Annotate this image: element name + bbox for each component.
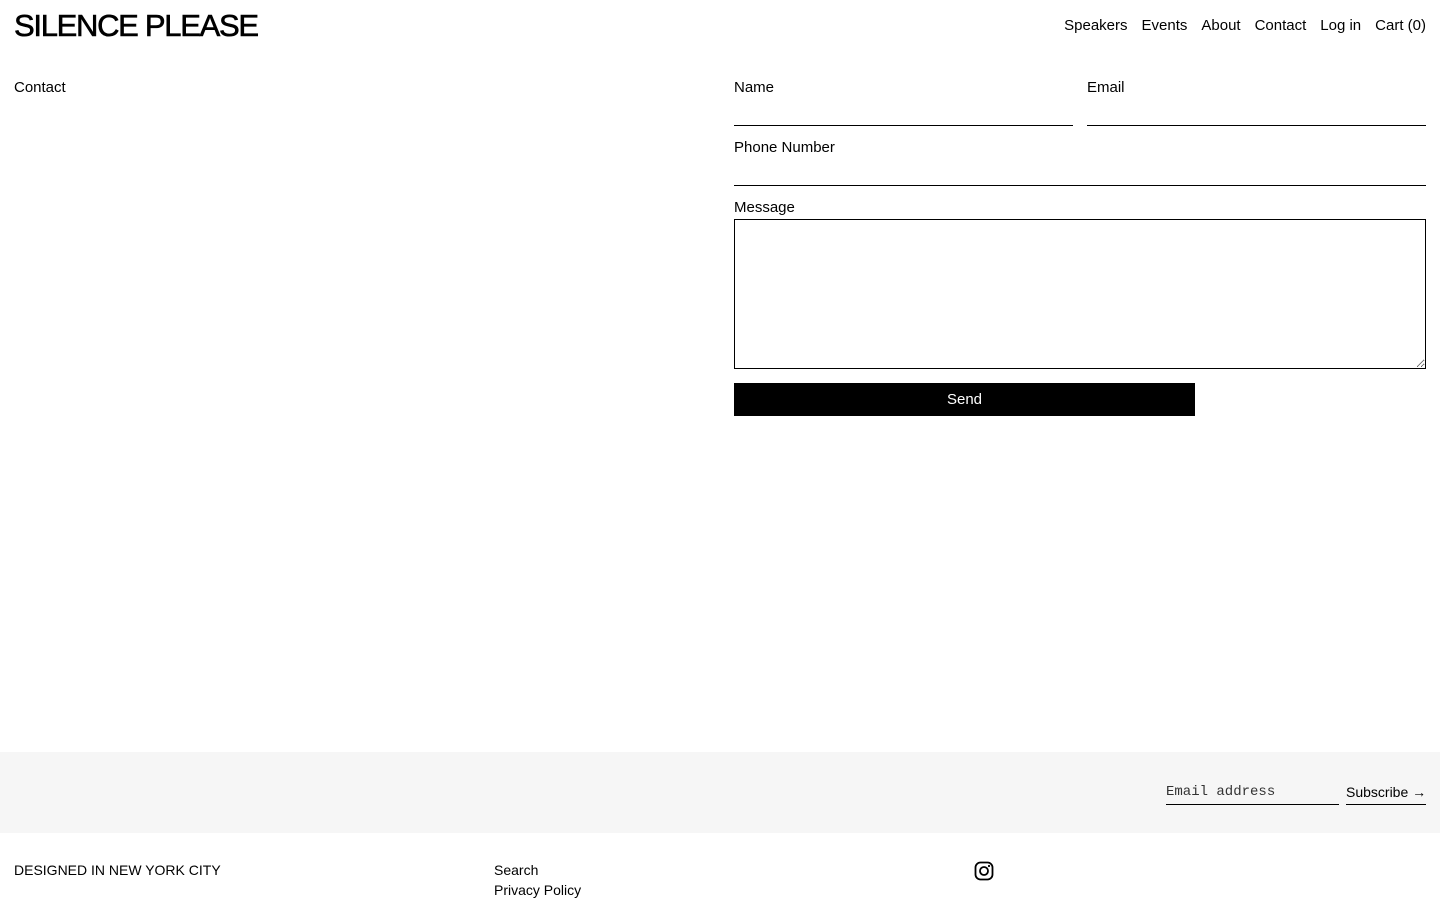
nav-contact[interactable]: Contact	[1255, 17, 1307, 35]
name-label: Name	[734, 79, 775, 96]
nav-log-in[interactable]: Log in	[1320, 17, 1361, 35]
message-field-group: Message	[734, 199, 1426, 369]
subscribe-button[interactable]: Subscribe →	[1346, 780, 1426, 805]
main-nav: Speakers Events About Contact Log in Car…	[1064, 17, 1426, 35]
contact-form: Name Email Phone Number Message Send	[734, 79, 1426, 416]
phone-input[interactable]	[734, 157, 1426, 186]
footer-link-privacy-policy[interactable]: Privacy Policy	[494, 880, 581, 900]
nav-about[interactable]: About	[1201, 17, 1240, 35]
page-title: Contact	[14, 79, 66, 96]
email-field-group: Email	[1087, 79, 1426, 126]
footer-links: Search Privacy Policy	[494, 860, 581, 900]
nav-speakers[interactable]: Speakers	[1064, 17, 1127, 35]
nav-cart[interactable]: Cart (0)	[1375, 17, 1426, 35]
footer-tagline: DESIGNED IN NEW YORK CITY	[14, 862, 221, 878]
email-input[interactable]	[1087, 97, 1426, 126]
name-email-row: Name Email	[734, 79, 1426, 126]
send-button[interactable]: Send	[734, 383, 1195, 416]
site-header: SILENCE PLEASE Speakers Events About Con…	[0, 0, 1440, 52]
name-input[interactable]	[734, 97, 1073, 126]
message-textarea[interactable]	[734, 219, 1426, 369]
newsletter-email-input[interactable]	[1166, 780, 1339, 805]
phone-field-group: Phone Number	[734, 139, 1426, 186]
nav-events[interactable]: Events	[1142, 17, 1188, 35]
message-label: Message	[734, 199, 795, 216]
email-label: Email	[1087, 79, 1125, 96]
name-field-group: Name	[734, 79, 1073, 126]
site-logo[interactable]: SILENCE PLEASE	[14, 8, 260, 44]
instagram-icon[interactable]	[974, 861, 994, 881]
footer-link-search[interactable]: Search	[494, 860, 581, 880]
phone-label: Phone Number	[734, 139, 835, 156]
